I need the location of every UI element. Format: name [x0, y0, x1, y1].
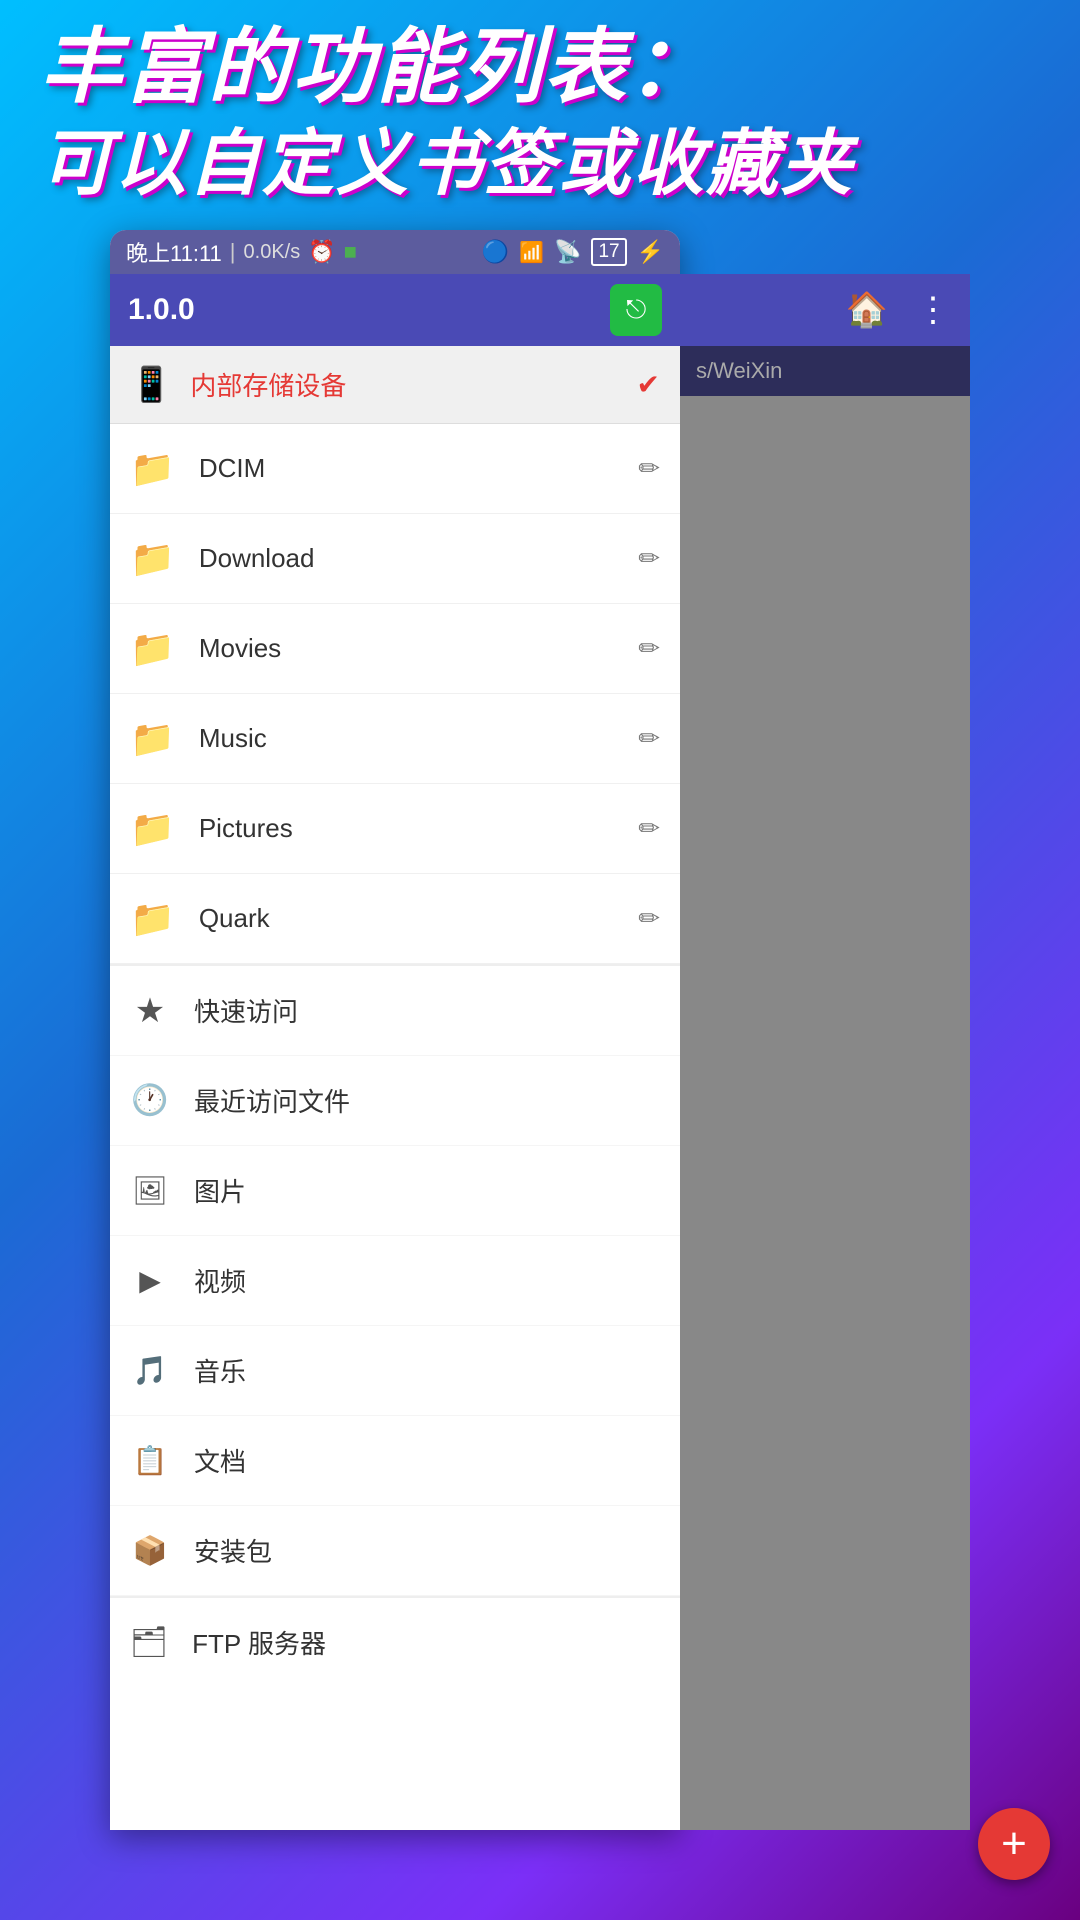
menu-label-quickaccess: 快速访问: [194, 992, 660, 1029]
wifi-icon: 📡: [554, 239, 581, 265]
right-content-area: [680, 396, 970, 1830]
storage-header[interactable]: 📱 内部存储设备 ✔: [110, 346, 680, 424]
folder-icon: 📁: [130, 448, 175, 490]
app-toolbar: 1.0.0 ⎋: [110, 274, 680, 346]
menu-label-music: 音乐: [194, 1352, 660, 1389]
app-version: 1.0.0: [128, 293, 598, 327]
menu-label-recent: 最近访问文件: [194, 1082, 660, 1119]
folder-icon: 📁: [130, 718, 175, 760]
menu-item-video[interactable]: ▶ 视频: [110, 1236, 680, 1326]
image-icon: 🖼: [130, 1174, 170, 1207]
right-toolbar: 🏠 ⋮: [680, 274, 970, 346]
edit-icon-movies[interactable]: ✏: [638, 633, 660, 664]
promo-line2: 可以自定义书签或收藏夹: [40, 121, 854, 207]
music-icon: 🎵: [130, 1354, 170, 1387]
right-panel: 🏠 ⋮ s/WeiXin: [680, 274, 970, 1830]
document-icon: 📋: [130, 1444, 170, 1477]
share-icon: ⎋: [626, 294, 647, 326]
promo-line1: 丰富的功能列表：: [40, 23, 712, 113]
home-icon[interactable]: 🏠: [846, 290, 888, 330]
menu-item-apk[interactable]: 📦 安装包: [110, 1506, 680, 1596]
green-icon: ■: [344, 239, 357, 265]
status-sep: |: [230, 239, 236, 265]
file-list: 📱 内部存储设备 ✔ 📁 DCIM ✏ 📁 Download ✏ 📁 Movie…: [110, 346, 680, 1686]
menu-item-quickaccess[interactable]: ★ 快速访问: [110, 966, 680, 1056]
menu-item-recent[interactable]: 🕐 最近访问文件: [110, 1056, 680, 1146]
bluetooth-icon: 🔵: [482, 239, 509, 265]
edit-icon-pictures[interactable]: ✏: [638, 813, 660, 844]
folder-item-dcim[interactable]: 📁 DCIM ✏: [110, 424, 680, 514]
history-icon: 🕐: [130, 1083, 170, 1118]
folder-name-movies: Movies: [199, 633, 638, 664]
add-icon: +: [1001, 1819, 1027, 1869]
more-icon[interactable]: ⋮: [916, 290, 950, 330]
folder-name-pictures: Pictures: [199, 813, 638, 844]
star-icon: ★: [130, 991, 170, 1031]
menu-label-video: 视频: [194, 1262, 660, 1299]
status-icons-right: 🔵 📶 📡 17 ⚡: [482, 238, 664, 266]
folder-item-quark[interactable]: 📁 Quark ✏: [110, 874, 680, 964]
package-icon: 📦: [130, 1534, 170, 1567]
edit-icon-quark[interactable]: ✏: [638, 903, 660, 934]
folder-section: 📁 DCIM ✏ 📁 Download ✏ 📁 Movies ✏ 📁 Music…: [110, 424, 680, 966]
ftp-label: FTP 服务器: [192, 1624, 326, 1661]
status-bar: 晚上11:11 | 0.0K/s ⏰ ■ 🔵 📶 📡 17 ⚡: [110, 230, 680, 274]
folder-icon: 📁: [130, 898, 175, 940]
menu-label-docs: 文档: [194, 1442, 660, 1479]
menu-item-docs[interactable]: 📋 文档: [110, 1416, 680, 1506]
folder-item-movies[interactable]: 📁 Movies ✏: [110, 604, 680, 694]
folder-icon: 📁: [130, 538, 175, 580]
folder-name-dcim: DCIM: [199, 453, 638, 484]
menu-label-apk: 安装包: [194, 1532, 660, 1569]
phone-icon: 📱: [130, 365, 172, 405]
menu-item-images[interactable]: 🖼 图片: [110, 1146, 680, 1236]
folder-icon: 📁: [130, 808, 175, 850]
share-button[interactable]: ⎋: [610, 284, 662, 336]
folder-name-music: Music: [199, 723, 638, 754]
edit-icon-dcim[interactable]: ✏: [638, 453, 660, 484]
battery-icon: 17: [591, 238, 626, 266]
alarm-icon: ⏰: [308, 239, 335, 265]
charge-icon: ⚡: [637, 239, 664, 265]
folder-icon: 📁: [130, 628, 175, 670]
fab-button[interactable]: +: [978, 1808, 1050, 1880]
check-icon: ✔: [637, 368, 660, 401]
status-time: 晚上11:11: [126, 236, 222, 268]
status-speed: 0.0K/s: [244, 241, 301, 264]
ftp-icon: 🗂: [130, 1625, 168, 1660]
signal-icon: 📶: [519, 240, 544, 265]
folder-name-download: Download: [199, 543, 638, 574]
phone-mockup: 晚上11:11 | 0.0K/s ⏰ ■ 🔵 📶 📡 17 ⚡ 1.0.0 ⎋ …: [110, 230, 680, 1830]
edit-icon-download[interactable]: ✏: [638, 543, 660, 574]
ftp-item[interactable]: 🗂 FTP 服务器: [110, 1596, 680, 1686]
video-icon: ▶: [130, 1264, 170, 1297]
storage-name: 内部存储设备: [190, 366, 636, 403]
menu-section: ★ 快速访问 🕐 最近访问文件 🖼 图片 ▶ 视频 🎵 音乐: [110, 966, 680, 1596]
folder-item-music[interactable]: 📁 Music ✏: [110, 694, 680, 784]
folder-item-pictures[interactable]: 📁 Pictures ✏: [110, 784, 680, 874]
menu-item-music[interactable]: 🎵 音乐: [110, 1326, 680, 1416]
folder-item-download[interactable]: 📁 Download ✏: [110, 514, 680, 604]
edit-icon-music[interactable]: ✏: [638, 723, 660, 754]
promo-area: 丰富的功能列表： 可以自定义书签或收藏夹: [0, 0, 1080, 230]
right-path: s/WeiXin: [680, 346, 970, 396]
folder-name-quark: Quark: [199, 903, 638, 934]
menu-label-images: 图片: [194, 1172, 660, 1209]
